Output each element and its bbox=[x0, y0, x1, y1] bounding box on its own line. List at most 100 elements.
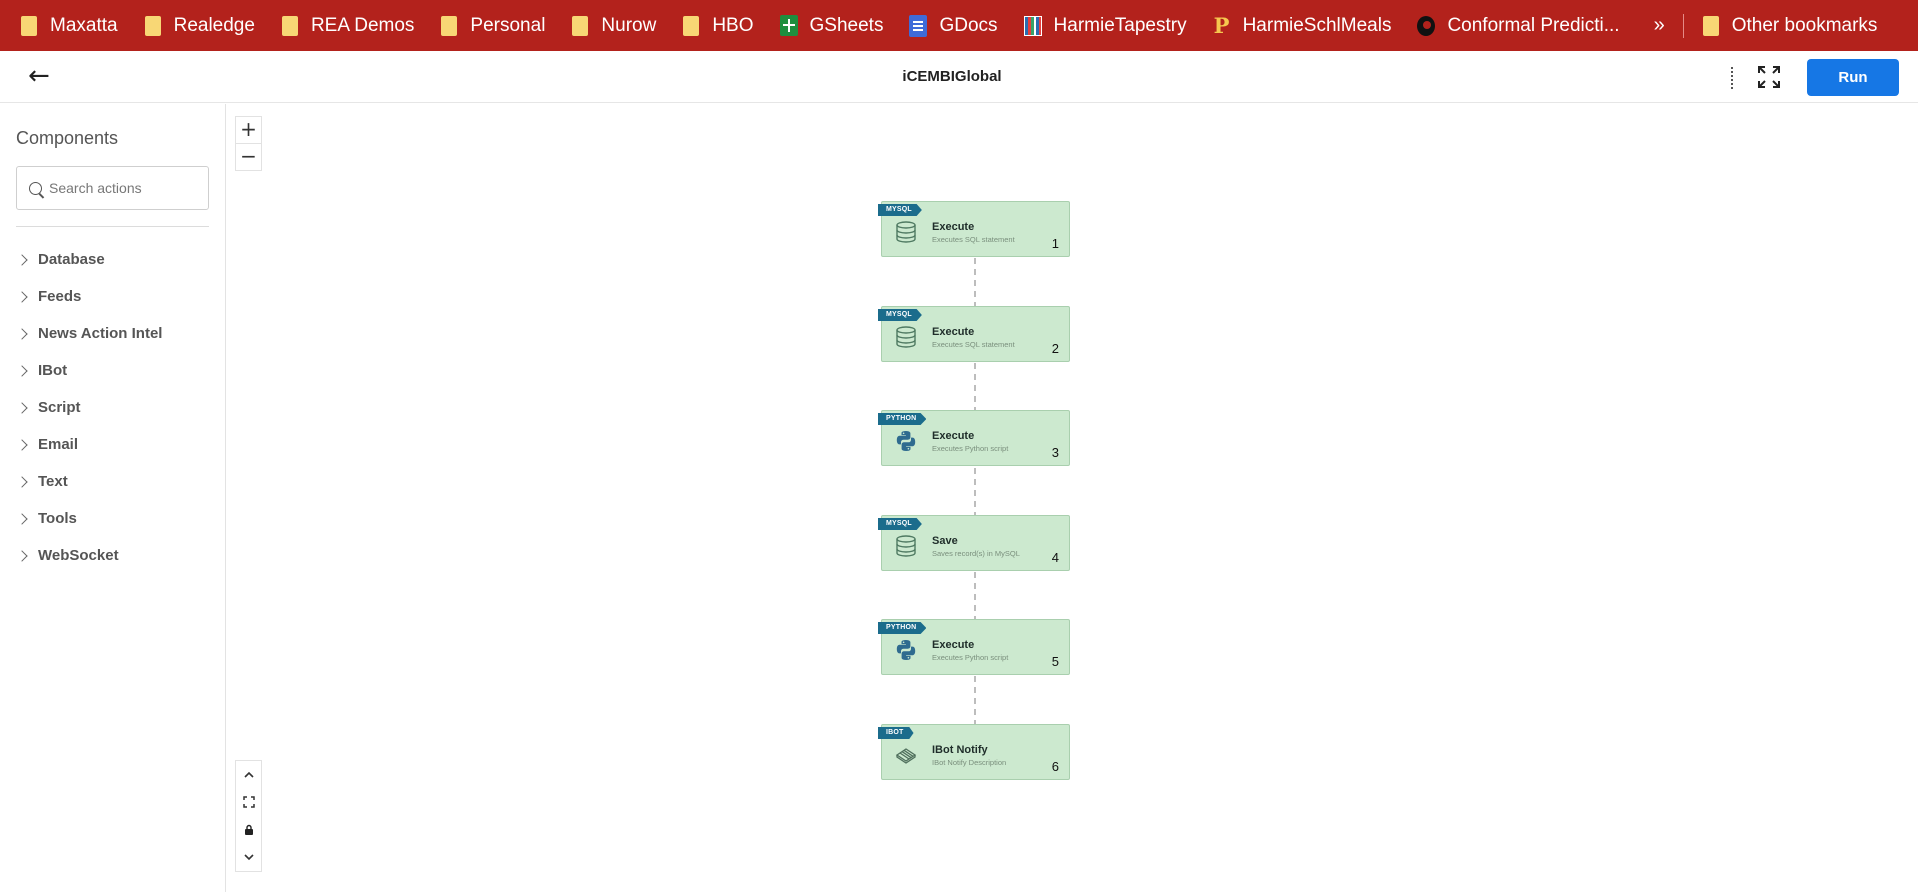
bookmarks-divider bbox=[1682, 13, 1684, 38]
category-label: WebSocket bbox=[38, 547, 119, 564]
category-text[interactable]: Text bbox=[16, 463, 216, 500]
chevron-right-icon bbox=[16, 364, 28, 377]
bookmark-gsheets[interactable]: GSheets bbox=[779, 14, 884, 37]
bookmark-label: REA Demos bbox=[310, 14, 415, 36]
category-news-action-intel[interactable]: News Action Intel bbox=[16, 315, 216, 352]
database-icon bbox=[896, 535, 916, 557]
category-feeds[interactable]: Feeds bbox=[16, 278, 216, 315]
chevron-right-icon bbox=[16, 253, 28, 266]
folder-icon bbox=[571, 15, 589, 36]
search-box[interactable] bbox=[16, 166, 209, 210]
bookmark-gdocs[interactable]: GDocs bbox=[909, 14, 998, 37]
bookmark-realedge[interactable]: Realedge bbox=[144, 15, 255, 37]
folder-icon bbox=[440, 15, 458, 36]
category-ibot[interactable]: IBot bbox=[16, 352, 216, 389]
workflow-node-2[interactable]: MYSQL Execute Executes SQL statement 2 bbox=[878, 306, 1070, 362]
node-number: 1 bbox=[1051, 236, 1059, 251]
category-label: News Action Intel bbox=[38, 325, 163, 342]
chevron-right-icon bbox=[16, 549, 28, 562]
google-sheets-icon bbox=[779, 15, 798, 36]
workflow-node-6[interactable]: IBOT IBot Notify IBot Notify Description… bbox=[878, 724, 1070, 780]
node-number: 5 bbox=[1051, 654, 1059, 669]
node-title: Execute bbox=[932, 326, 975, 338]
bookmarks-overflow-button[interactable]: » bbox=[1654, 14, 1665, 37]
node-description: Executes SQL statement bbox=[932, 235, 1015, 244]
more-options-icon[interactable] bbox=[1731, 67, 1733, 89]
workflow-node-3[interactable]: PYTHON Execute Executes Python script 3 bbox=[878, 410, 1070, 466]
node-type-tag: IBOT bbox=[878, 727, 914, 739]
tapestry-icon bbox=[1023, 15, 1042, 36]
node-type-tag: MYSQL bbox=[878, 204, 922, 216]
category-label: Email bbox=[38, 436, 79, 453]
node-number: 3 bbox=[1051, 445, 1059, 460]
bookmark-label: Other bookmarks bbox=[1731, 14, 1878, 36]
workflow-node-1[interactable]: MYSQL Execute Executes SQL statement 1 bbox=[878, 201, 1070, 257]
category-label: IBot bbox=[38, 362, 68, 379]
node-title: Execute bbox=[932, 221, 975, 233]
node-number: 6 bbox=[1051, 759, 1059, 774]
zoom-out-button[interactable]: − bbox=[236, 143, 261, 169]
chevron-right-icon bbox=[16, 438, 28, 451]
bookmark-other-bookmarks[interactable]: Other bookmarks bbox=[1702, 14, 1878, 37]
workflow-node-4[interactable]: MYSQL Save Saves record(s) in MySQL 4 bbox=[878, 515, 1070, 571]
workflow-canvas[interactable]: + − MYSQL Execute Executes SQL statement… bbox=[227, 104, 1918, 892]
bookmark-label: GDocs bbox=[939, 14, 998, 36]
bookmark-personal[interactable]: Personal bbox=[440, 15, 545, 37]
workflow-node-5[interactable]: PYTHON Execute Executes Python script 5 bbox=[878, 619, 1070, 675]
page-title: iCEMBIGlobal bbox=[902, 68, 1002, 85]
lock-icon[interactable] bbox=[236, 816, 261, 844]
chevron-right-icon bbox=[16, 290, 28, 303]
bookmark-label: Personal bbox=[470, 14, 546, 36]
category-label: Script bbox=[38, 399, 81, 416]
bookmark-conformal-prediction[interactable]: Conformal Predicti... bbox=[1417, 14, 1620, 37]
chevron-down-icon[interactable] bbox=[236, 844, 261, 872]
ibot-icon bbox=[895, 748, 917, 764]
sidebar-title: Components bbox=[16, 128, 119, 148]
bookmark-label: HBO bbox=[712, 14, 754, 36]
node-connector bbox=[974, 676, 976, 726]
node-description: Executes SQL statement bbox=[932, 340, 1015, 349]
bookmark-hbo[interactable]: HBO bbox=[682, 14, 754, 37]
bookmark-label: Conformal Predicti... bbox=[1447, 14, 1620, 36]
run-button[interactable]: Run bbox=[1807, 59, 1899, 96]
expand-icon[interactable] bbox=[1756, 64, 1782, 90]
category-database[interactable]: Database bbox=[16, 241, 216, 278]
database-icon bbox=[896, 326, 916, 348]
python-icon bbox=[896, 431, 916, 451]
bookmark-harmieschlmeals[interactable]: P HarmieSchlMeals bbox=[1213, 13, 1392, 38]
zoom-controls: + − bbox=[235, 116, 262, 171]
node-connector bbox=[974, 572, 976, 622]
category-label: Database bbox=[38, 251, 105, 268]
bookmark-label: HarmieTapestry bbox=[1053, 14, 1187, 36]
node-title: IBot Notify bbox=[932, 744, 988, 756]
p-logo-icon: P bbox=[1213, 13, 1230, 38]
bookmark-label: GSheets bbox=[809, 14, 884, 36]
folder-icon bbox=[144, 15, 162, 36]
python-icon bbox=[896, 640, 916, 660]
fit-view-icon[interactable] bbox=[236, 789, 261, 817]
bookmarks-bar: Maxatta Realedge REA Demos Personal Nuro… bbox=[0, 0, 1918, 51]
bookmark-harmietapestry[interactable]: HarmieTapestry bbox=[1023, 14, 1187, 37]
category-email[interactable]: Email bbox=[16, 426, 216, 463]
category-label: Tools bbox=[38, 510, 77, 527]
category-script[interactable]: Script bbox=[16, 389, 216, 426]
search-input[interactable] bbox=[49, 177, 199, 199]
category-tools[interactable]: Tools bbox=[16, 500, 216, 537]
node-type-tag: PYTHON bbox=[878, 413, 927, 425]
bookmark-rea-demos[interactable]: REA Demos bbox=[281, 15, 414, 37]
sidebar-divider bbox=[16, 226, 209, 227]
github-icon bbox=[1417, 15, 1436, 36]
category-websocket[interactable]: WebSocket bbox=[16, 537, 216, 574]
chevron-right-icon bbox=[16, 327, 28, 340]
bookmark-nurow[interactable]: Nurow bbox=[571, 15, 656, 37]
node-description: Executes Python script bbox=[932, 444, 1009, 453]
node-title: Save bbox=[932, 535, 958, 547]
database-icon bbox=[896, 221, 916, 243]
chevron-up-icon[interactable] bbox=[236, 761, 261, 789]
bookmark-maxatta[interactable]: Maxatta bbox=[20, 15, 118, 37]
zoom-in-button[interactable]: + bbox=[236, 117, 261, 143]
node-title: Execute bbox=[932, 639, 975, 651]
folder-icon bbox=[20, 15, 38, 36]
google-docs-icon bbox=[909, 14, 928, 37]
folder-icon bbox=[1702, 15, 1720, 36]
